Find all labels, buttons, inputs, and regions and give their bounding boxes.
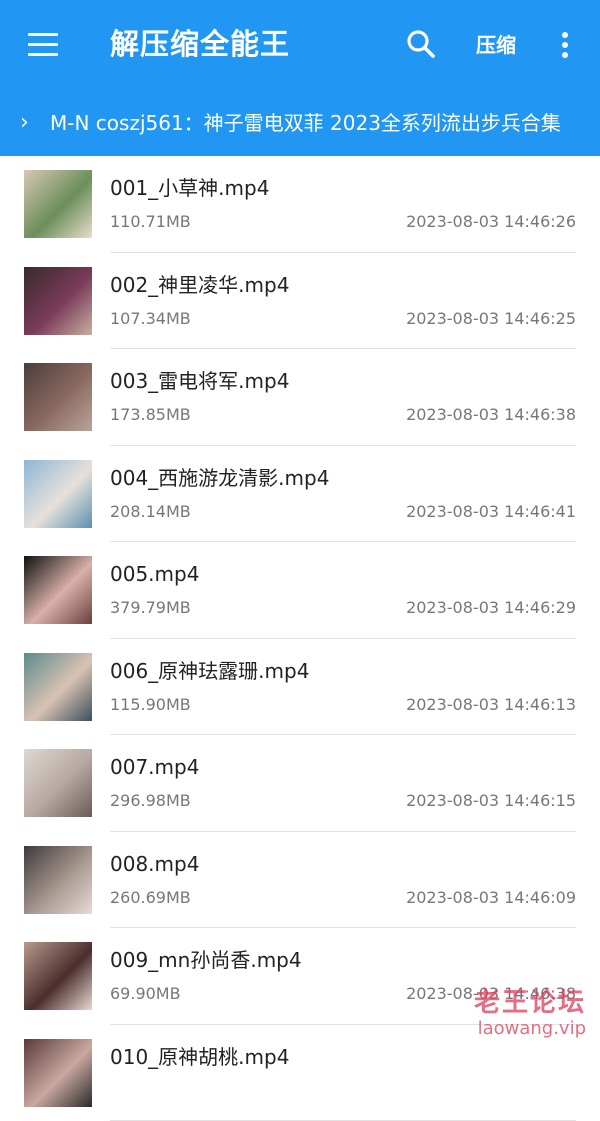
file-row[interactable]: 005.mp4 379.79MB 2023-08-03 14:46:29 [0,542,600,639]
file-row[interactable]: 008.mp4 260.69MB 2023-08-03 14:46:09 [0,832,600,929]
video-thumbnail [24,846,92,914]
file-row[interactable]: 006_原神珐露珊.mp4 115.90MB 2023-08-03 14:46:13 [0,639,600,736]
breadcrumb[interactable]: M-N coszj561：神子雷电双菲 2023全系列流出步兵合集 [50,107,561,139]
file-list: 001_小草神.mp4110.71MB2023-08-03 14:46:2600… [0,156,600,1121]
file-date: 2023-08-03 14:46:29 [406,596,576,620]
file-size: 296.98MB [110,789,191,813]
compress-button[interactable]: 压缩 [476,29,516,61]
file-name: 002_神里凌华.mp4 [110,271,289,299]
app-bar: 解压缩全能王 压缩 › M-N coszj561：神子雷电双菲 2023全系列流… [0,0,600,156]
video-thumbnail [24,749,92,817]
file-date: 2023-08-03 14:46:15 [406,789,576,813]
file-name: 005.mp4 [110,560,199,588]
video-thumbnail [24,170,92,238]
file-size: 208.14MB [110,500,191,524]
file-date: 2023-08-03 14:46:25 [406,307,576,331]
file-row[interactable]: 003_雷电将军.mp4 173.85MB 2023-08-03 14:46:38 [0,349,600,446]
file-date: 2023-08-03 14:46:26 [406,210,576,234]
file-name: 006_原神珐露珊.mp4 [110,657,309,685]
file-size: 260.69MB [110,886,191,910]
file-size: 379.79MB [110,596,191,620]
watermark-sub: laowang.vip [474,1020,586,1038]
search-icon[interactable] [405,28,437,60]
file-name: 004_西施游龙清影.mp4 [110,464,329,492]
video-thumbnail [24,942,92,1010]
file-name: 008.mp4 [110,850,199,878]
file-size: 69.90MB [110,982,181,1006]
file-name: 010_原神胡桃.mp4 [110,1043,289,1071]
file-row[interactable]: 004_西施游龙清影.mp4 208.14MB 2023-08-03 14:46:4… [0,446,600,543]
video-thumbnail [24,267,92,335]
file-row[interactable]: 001_小草神.mp4 110.71MB 2023-08-03 14:46:26 [0,156,600,253]
video-thumbnail [24,460,92,528]
file-size: 173.85MB [110,403,191,427]
watermark: 老王论坛 laowang.vip [474,990,586,1038]
menu-icon[interactable] [28,33,58,57]
app-title: 解压缩全能王 [110,22,290,66]
video-thumbnail [24,363,92,431]
video-thumbnail [24,1039,92,1107]
file-date: 2023-08-03 14:46:41 [406,500,576,524]
file-row[interactable]: 002_神里凌华.mp4 107.34MB 2023-08-03 14:46:25 [0,253,600,350]
file-name: 001_小草神.mp4 [110,174,269,202]
breadcrumb-chevron-icon: › [20,110,29,136]
watermark-main: 老王论坛 [474,990,586,1016]
file-date: 2023-08-03 14:46:13 [406,693,576,717]
file-row[interactable]: 007.mp4 296.98MB 2023-08-03 14:46:15 [0,735,600,832]
file-size: 107.34MB [110,307,191,331]
file-name: 007.mp4 [110,753,199,781]
file-date: 2023-08-03 14:46:09 [406,886,576,910]
more-vert-icon[interactable] [556,30,574,62]
file-name: 003_雷电将军.mp4 [110,367,289,395]
file-size: 110.71MB [110,210,191,234]
video-thumbnail [24,653,92,721]
file-size: 115.90MB [110,693,191,717]
file-date: 2023-08-03 14:46:38 [406,403,576,427]
video-thumbnail [24,556,92,624]
file-name: 009_mn孙尚香.mp4 [110,946,302,974]
